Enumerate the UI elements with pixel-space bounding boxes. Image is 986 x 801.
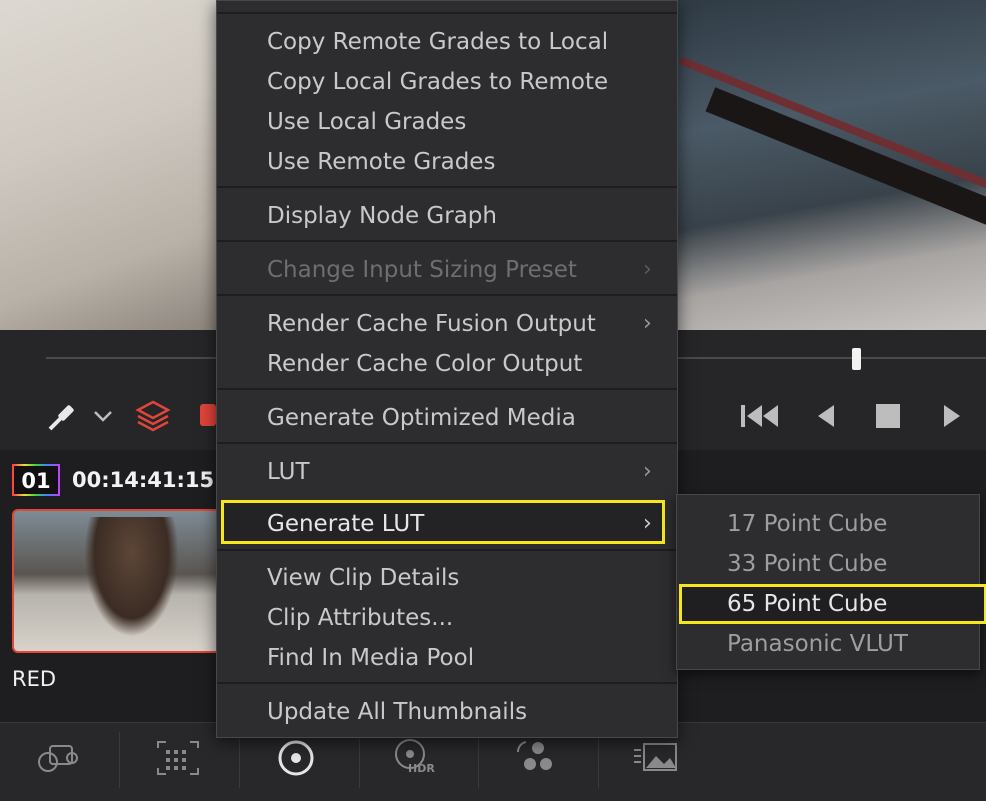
menu-item-update-all-thumbnails[interactable]: Update All Thumbnails <box>267 692 527 732</box>
toolbar-divider <box>478 732 479 788</box>
stop-icon[interactable] <box>874 402 904 430</box>
toolbar-divider <box>119 732 120 788</box>
submenu-item-panasonic-vlut[interactable]: Panasonic VLUT <box>727 624 908 664</box>
menu-separator <box>217 442 677 444</box>
layers-icon[interactable] <box>134 398 172 432</box>
play-icon[interactable] <box>938 402 966 430</box>
menu-separator <box>217 682 677 684</box>
reverse-play-icon[interactable] <box>812 402 840 430</box>
menu-item-clip-attributes[interactable]: Clip Attributes... <box>267 598 453 638</box>
menu-separator <box>217 549 677 551</box>
clip-thumbnail[interactable] <box>12 509 222 653</box>
menu-item-change-input-sizing-preset: Change Input Sizing Preset <box>267 257 577 283</box>
toolbar-divider <box>239 732 240 788</box>
rgb-mixer-icon[interactable] <box>512 738 560 778</box>
submenu-arrow-icon: › <box>643 511 652 536</box>
menu-item-copy-local-grades-to-remote[interactable]: Copy Local Grades to Remote <box>267 62 608 102</box>
eyedropper-icon[interactable] <box>44 399 80 435</box>
clip-name: RED <box>12 667 57 691</box>
menu-item-display-node-graph[interactable]: Display Node Graph <box>267 196 497 236</box>
clip-timecode: 00:14:41:15 <box>72 468 215 492</box>
menu-separator <box>217 186 677 188</box>
viewer-image-left <box>0 0 216 330</box>
toolbar-divider <box>598 732 599 788</box>
primaries-icon[interactable] <box>272 738 320 778</box>
menu-item-use-remote-grades[interactable]: Use Remote Grades <box>267 142 495 182</box>
submenu-item-33-point-cube[interactable]: 33 Point Cube <box>727 544 887 584</box>
submenu-arrow-icon: › <box>643 311 652 336</box>
menu-separator <box>217 240 677 242</box>
submenu-arrow-icon: › <box>643 459 652 484</box>
menu-separator <box>217 294 677 296</box>
menu-separator <box>217 388 677 390</box>
clip-number-badge: 01 <box>12 464 60 496</box>
record-indicator <box>200 404 216 426</box>
menu-separator <box>217 12 677 14</box>
hdr-label: HDR <box>408 762 435 775</box>
menu-item-generate-optimized-media[interactable]: Generate Optimized Media <box>267 398 576 438</box>
menu-item-render-cache-color-output[interactable]: Render Cache Color Output <box>267 344 582 384</box>
submenu-item-17-point-cube[interactable]: 17 Point Cube <box>727 504 887 544</box>
menu-item-render-cache-fusion-output[interactable]: Render Cache Fusion Output <box>267 304 596 344</box>
camera-raw-icon[interactable] <box>34 738 82 778</box>
menu-item-generate-lut[interactable]: Generate LUT <box>267 504 424 544</box>
generate-lut-submenu: 17 Point Cube 33 Point Cube 65 Point Cub… <box>676 494 986 670</box>
skip-to-start-icon[interactable] <box>738 402 782 430</box>
submenu-arrow-icon: › <box>643 257 652 282</box>
menu-item-use-local-grades[interactable]: Use Local Grades <box>267 102 466 142</box>
submenu-item-65-point-cube[interactable]: 65 Point Cube <box>727 584 887 624</box>
menu-item-copy-remote-grades-to-local[interactable]: Copy Remote Grades to Local <box>267 22 608 62</box>
color-match-icon[interactable] <box>154 738 202 778</box>
motion-effects-icon[interactable] <box>632 738 680 778</box>
chevron-down-icon[interactable] <box>92 408 114 424</box>
context-menu: Copy Remote Grades to Local Copy Local G… <box>216 0 678 738</box>
toolbar-divider <box>359 732 360 788</box>
viewer-image-right <box>678 0 986 330</box>
menu-item-view-clip-details[interactable]: View Clip Details <box>267 558 459 598</box>
playhead-handle[interactable] <box>852 348 861 370</box>
menu-item-lut[interactable]: LUT <box>267 452 310 492</box>
menu-item-find-in-media-pool[interactable]: Find In Media Pool <box>267 638 474 678</box>
